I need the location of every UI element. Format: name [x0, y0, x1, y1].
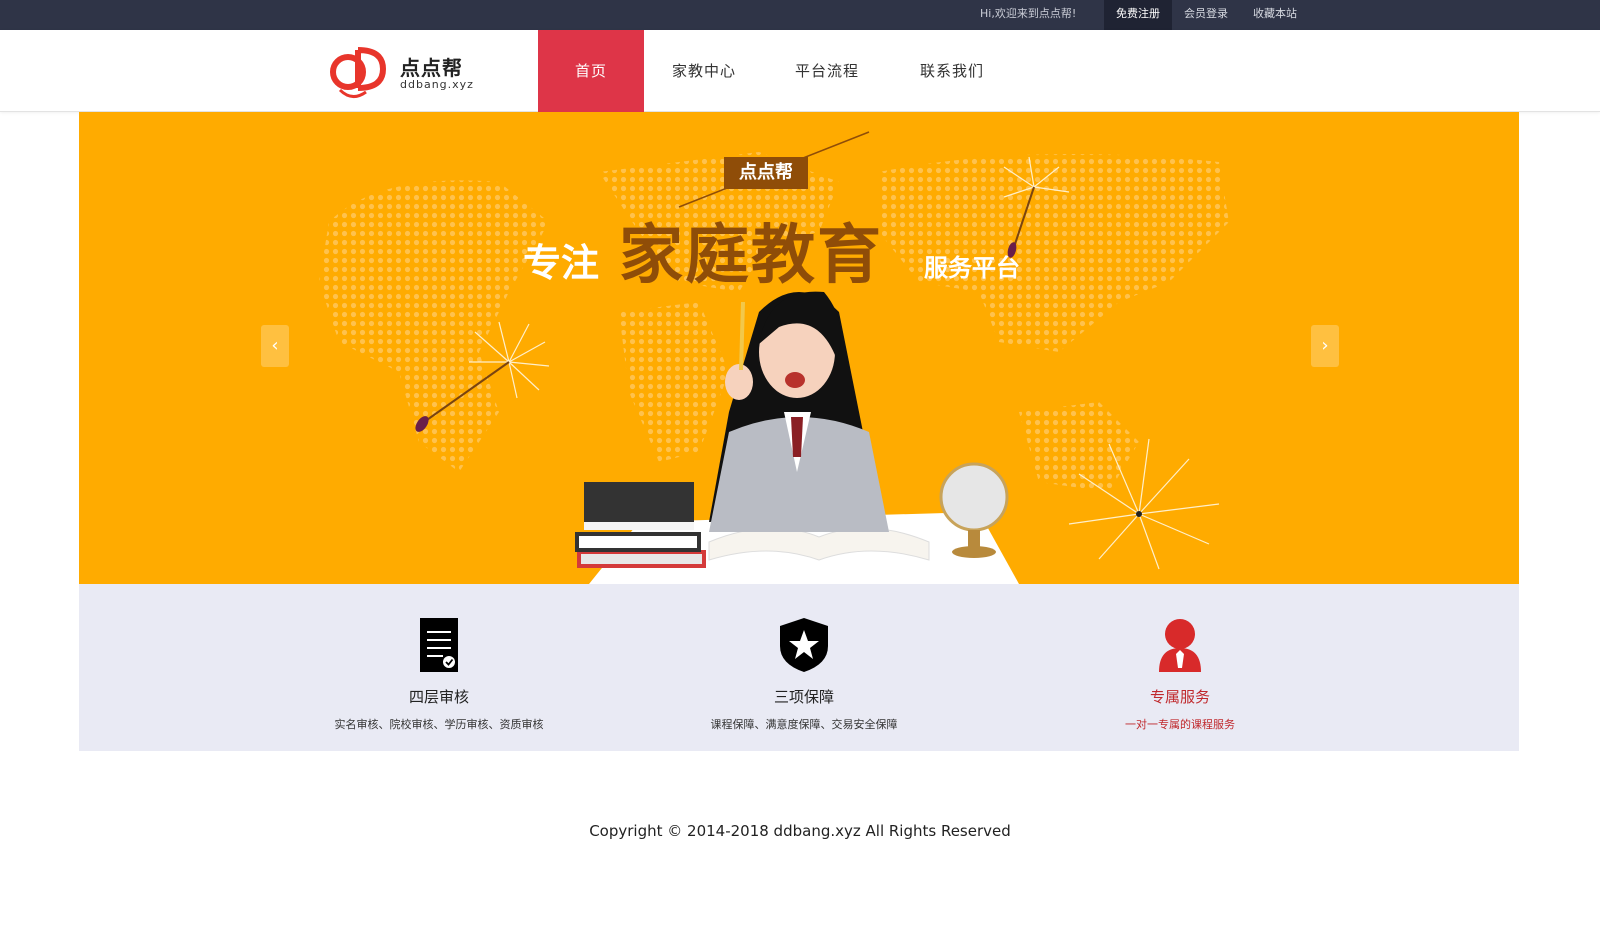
banner-slogan-main: 家庭教育: [619, 219, 883, 293]
feature-review: 四层审核 实名审核、院校审核、学历审核、资质审核: [289, 584, 589, 751]
nav-item-tutor-center[interactable]: 家教中心: [644, 30, 764, 112]
feature-desc: 实名审核、院校审核、学历审核、资质审核: [334, 718, 544, 731]
site-logo[interactable]: 点点帮 ddbang.xyz: [328, 42, 478, 102]
slider-next-button[interactable]: ›: [1311, 325, 1339, 367]
logo-domain: ddbang.xyz: [400, 78, 474, 91]
banner-brand-tag: 点点帮: [724, 157, 808, 189]
feature-title: 四层审核: [408, 688, 469, 706]
feature-desc: 一对一专属的课程服务: [1125, 718, 1235, 731]
shield-star-icon: [780, 618, 828, 672]
main-nav: 首页 家教中心 平台流程 联系我们: [538, 30, 1014, 112]
logo-name: 点点帮: [400, 56, 463, 80]
bookmark-link[interactable]: 收藏本站: [1240, 0, 1310, 30]
person-tie-icon: [1159, 619, 1201, 672]
document-check-icon: [420, 618, 458, 672]
feature-title: 三项保障: [773, 688, 834, 706]
chevron-left-icon: ‹: [271, 335, 279, 356]
top-bar: Hi,欢迎来到点点帮! 免费注册 会员登录 收藏本站: [0, 0, 1600, 30]
login-link[interactable]: 会员登录: [1172, 0, 1240, 30]
banner-slogan-suffix: 服务平台: [924, 254, 1020, 282]
feature-exclusive-service: 专属服务 一对一专属的课程服务: [1030, 584, 1330, 751]
welcome-text: Hi,欢迎来到点点帮!: [980, 7, 1077, 20]
logo-icon: [330, 47, 386, 98]
feature-guarantee: 三项保障 课程保障、满意度保障、交易安全保障: [654, 584, 954, 751]
slider-prev-button[interactable]: ‹: [261, 325, 289, 367]
site-header: 点点帮 ddbang.xyz 首页 家教中心 平台流程 联系我们: [0, 30, 1600, 112]
hero-banner[interactable]: 点点帮 专注 家庭教育 服务平台 ‹ ›: [79, 112, 1519, 584]
banner-slogan-prefix: 专注: [523, 241, 600, 285]
feature-title: 专属服务: [1149, 688, 1210, 706]
nav-item-contact[interactable]: 联系我们: [890, 30, 1014, 112]
chevron-right-icon: ›: [1321, 335, 1329, 356]
nav-item-process[interactable]: 平台流程: [764, 30, 890, 112]
feature-desc: 课程保障、满意度保障、交易安全保障: [710, 718, 898, 731]
features-strip: 四层审核 实名审核、院校审核、学历审核、资质审核 三项保障 课程保障、满意度保障…: [79, 584, 1519, 751]
footer-copyright: Copyright © 2014-2018 ddbang.xyz All Rig…: [589, 822, 1011, 840]
register-link[interactable]: 免费注册: [1104, 0, 1172, 30]
nav-item-home[interactable]: 首页: [538, 30, 644, 112]
